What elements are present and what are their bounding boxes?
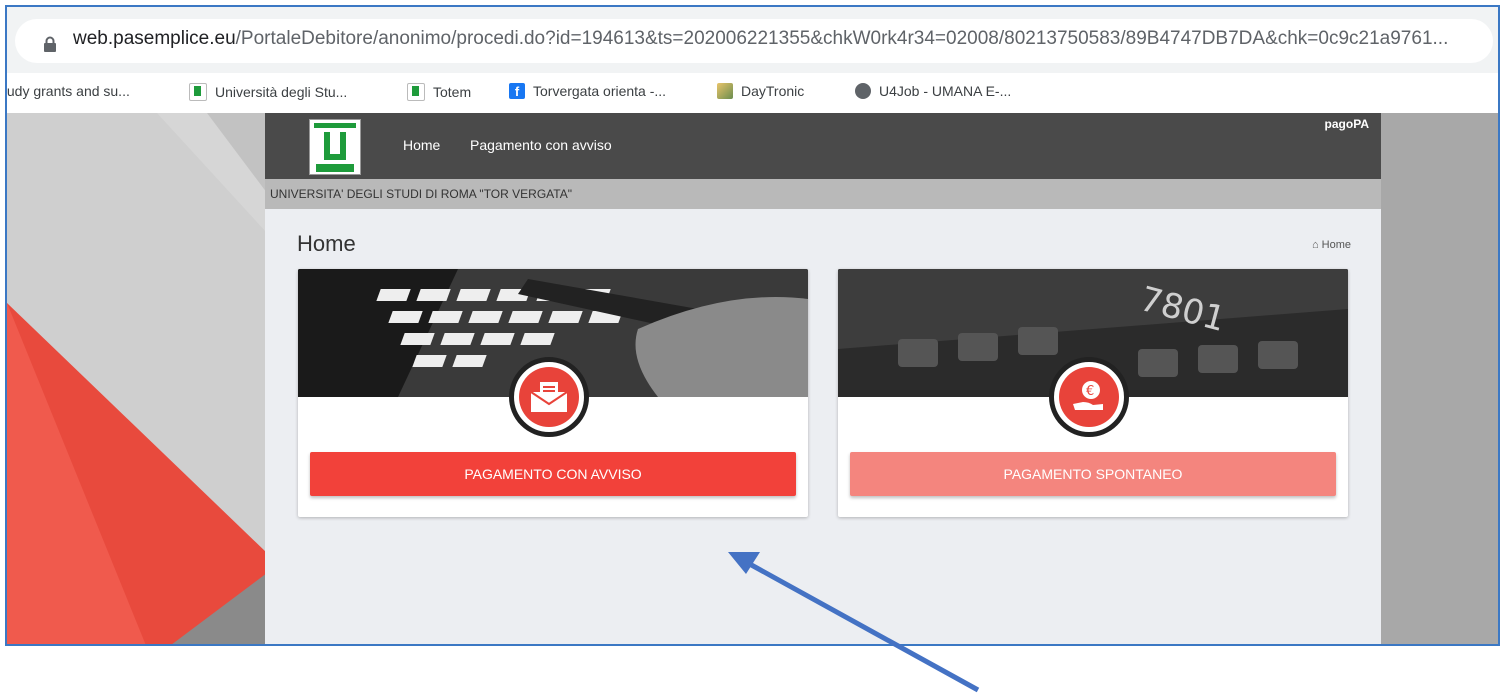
annotation-arrow [728, 552, 980, 693]
